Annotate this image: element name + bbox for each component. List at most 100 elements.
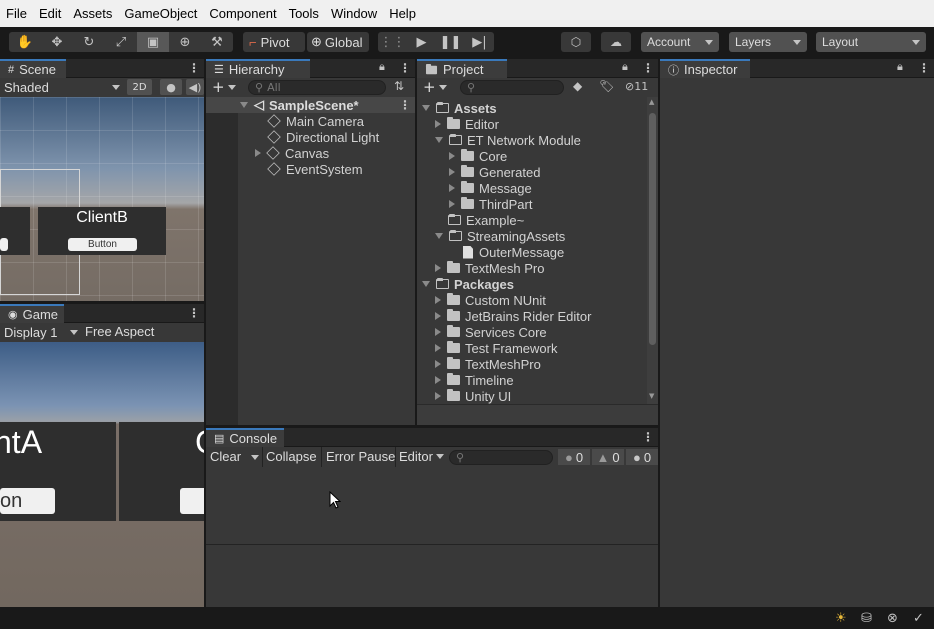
tab-console[interactable]: ▤ Console: [206, 428, 284, 447]
project-search-input[interactable]: ⚲: [460, 80, 564, 95]
tab-scene[interactable]: # Scene: [0, 59, 66, 78]
rotate-tool-icon[interactable]: ↻: [73, 32, 105, 52]
hierarchy-search-input[interactable]: ⚲ All: [248, 80, 386, 95]
hand-tool-icon[interactable]: ✋: [9, 32, 41, 52]
assets-root[interactable]: Assets: [422, 100, 497, 116]
more-icon[interactable]: ⋮: [642, 430, 654, 444]
account-dropdown[interactable]: Account: [641, 32, 719, 52]
collapse-toggle[interactable]: Collapse: [266, 449, 317, 464]
hierarchy-item-directional-light[interactable]: Directional Light: [267, 129, 379, 145]
grid-snap-icon[interactable]: ⋮⋮: [378, 32, 407, 52]
folder-core[interactable]: Core: [449, 148, 507, 164]
menu-gameobject[interactable]: GameObject: [118, 6, 203, 21]
menu-file[interactable]: File: [0, 6, 33, 21]
transform-tool-icon[interactable]: ⊕: [169, 32, 201, 52]
file-outermessage[interactable]: OuterMessage: [463, 244, 564, 260]
search-by-type-icon[interactable]: ◆: [573, 79, 582, 93]
pivot-toggle[interactable]: ⌐ Pivot: [243, 32, 305, 52]
shading-dropdown[interactable]: Shaded: [4, 79, 120, 95]
folder-generated[interactable]: Generated: [449, 164, 540, 180]
folder-message[interactable]: Message: [449, 180, 532, 196]
folder-example[interactable]: Example~: [448, 212, 524, 228]
scale-tool-icon[interactable]: ⤢: [105, 32, 137, 52]
step-button[interactable]: ▶|: [465, 32, 494, 52]
hierarchy-scene-row[interactable]: ◁ SampleScene*: [240, 97, 415, 113]
filter-icon[interactable]: ⇅: [394, 79, 404, 93]
error-count-toggle[interactable]: ● 0: [626, 449, 658, 465]
play-button[interactable]: ▶: [407, 32, 436, 52]
add-icon[interactable]: +: [212, 78, 236, 96]
package-services-core[interactable]: Services Core: [435, 324, 547, 340]
expand-arrow-icon[interactable]: [449, 152, 455, 160]
expand-arrow-icon[interactable]: [435, 296, 441, 304]
lighting-icon[interactable]: ●: [160, 79, 182, 95]
2d-toggle[interactable]: 2D: [127, 79, 152, 95]
folder-et-network-module[interactable]: ET Network Module: [435, 132, 581, 148]
expand-arrow-icon[interactable]: [435, 360, 441, 368]
folder-editor[interactable]: Editor: [435, 116, 499, 132]
package-timeline[interactable]: Timeline: [435, 372, 514, 388]
package-custom-nunit[interactable]: Custom NUnit: [435, 292, 546, 308]
expand-arrow-icon[interactable]: [449, 168, 455, 176]
layout-dropdown[interactable]: Layout: [816, 32, 926, 52]
lock-icon[interactable]: 🔒︎: [622, 60, 628, 74]
lock-icon[interactable]: 🔒︎: [897, 60, 903, 74]
more-icon[interactable]: ⋮: [188, 61, 200, 75]
more-icon[interactable]: ⋮: [918, 61, 930, 75]
expand-arrow-icon[interactable]: [435, 328, 441, 336]
expand-arrow-icon[interactable]: [435, 233, 443, 239]
lock-icon[interactable]: 🔒︎: [379, 60, 385, 74]
folder-thirdpart[interactable]: ThirdPart: [449, 196, 532, 212]
menu-edit[interactable]: Edit: [33, 6, 67, 21]
expand-arrow-icon[interactable]: [435, 264, 441, 272]
tab-game[interactable]: ◉ Game: [0, 304, 64, 323]
expand-arrow-icon[interactable]: [435, 376, 441, 384]
folder-textmesh-pro[interactable]: TextMesh Pro: [435, 260, 544, 276]
editor-dropdown[interactable]: Editor: [399, 449, 444, 464]
audio-icon[interactable]: ◀): [186, 79, 204, 95]
tab-project[interactable]: Project: [417, 59, 507, 78]
more-icon[interactable]: ⋮: [642, 61, 654, 75]
menu-component[interactable]: Component: [203, 6, 282, 21]
collab-icon[interactable]: ⬡: [561, 32, 591, 52]
global-toggle[interactable]: ⊕ Global: [307, 32, 369, 52]
expand-arrow-icon[interactable]: [435, 392, 441, 400]
clientb-button[interactable]: Button: [68, 238, 137, 251]
scene-viewport[interactable]: ClientB Button: [0, 97, 204, 301]
scroll-down-icon[interactable]: ▼: [649, 392, 654, 400]
expand-arrow-icon[interactable]: [435, 312, 441, 320]
game-viewport[interactable]: ntA on C: [0, 342, 204, 607]
folder-streamingassets[interactable]: StreamingAssets: [435, 228, 565, 244]
label-icon[interactable]: 🏷︎: [599, 79, 614, 93]
log-count-toggle[interactable]: ● 0: [558, 449, 590, 465]
clienta-button[interactable]: on: [0, 488, 55, 514]
hierarchy-item-eventsystem[interactable]: EventSystem: [267, 161, 363, 177]
expand-arrow-icon[interactable]: [435, 120, 441, 128]
network-off-icon[interactable]: ⊗: [887, 611, 898, 626]
tab-hierarchy[interactable]: ☰ Hierarchy: [206, 59, 310, 78]
packages-root[interactable]: Packages: [422, 276, 514, 292]
console-search-input[interactable]: ⚲: [449, 450, 553, 465]
expand-arrow-icon[interactable]: [449, 184, 455, 192]
console-log-list[interactable]: [206, 467, 658, 544]
package-unity-ui[interactable]: Unity UI: [435, 388, 511, 404]
expand-arrow-icon[interactable]: [449, 200, 455, 208]
menu-tools[interactable]: Tools: [283, 6, 325, 21]
error-pause-toggle[interactable]: Error Pause: [326, 449, 395, 464]
hidden-packages-toggle[interactable]: ⊘ 11: [625, 80, 648, 93]
clientb-button[interactable]: [180, 488, 204, 514]
debug-mode-icon[interactable]: ☀: [835, 611, 847, 626]
scene-more-icon[interactable]: ⋮: [399, 98, 411, 112]
package-jetbrains-rider-editor[interactable]: JetBrains Rider Editor: [435, 308, 591, 324]
cache-server-icon[interactable]: ⛁: [861, 611, 872, 626]
layers-dropdown[interactable]: Layers: [729, 32, 807, 52]
move-tool-icon[interactable]: ✥: [41, 32, 73, 52]
progress-check-icon[interactable]: ✓: [913, 611, 924, 626]
clienta-button[interactable]: [0, 238, 8, 251]
warning-count-toggle[interactable]: ▲ 0: [592, 449, 624, 465]
custom-tool-icon[interactable]: ⚒: [201, 32, 233, 52]
package-textmeshpro[interactable]: TextMeshPro: [435, 356, 541, 372]
scroll-up-icon[interactable]: ▲: [649, 98, 654, 106]
clear-button[interactable]: Clear: [210, 449, 241, 464]
aspect-dropdown[interactable]: Free Aspect: [85, 324, 154, 340]
